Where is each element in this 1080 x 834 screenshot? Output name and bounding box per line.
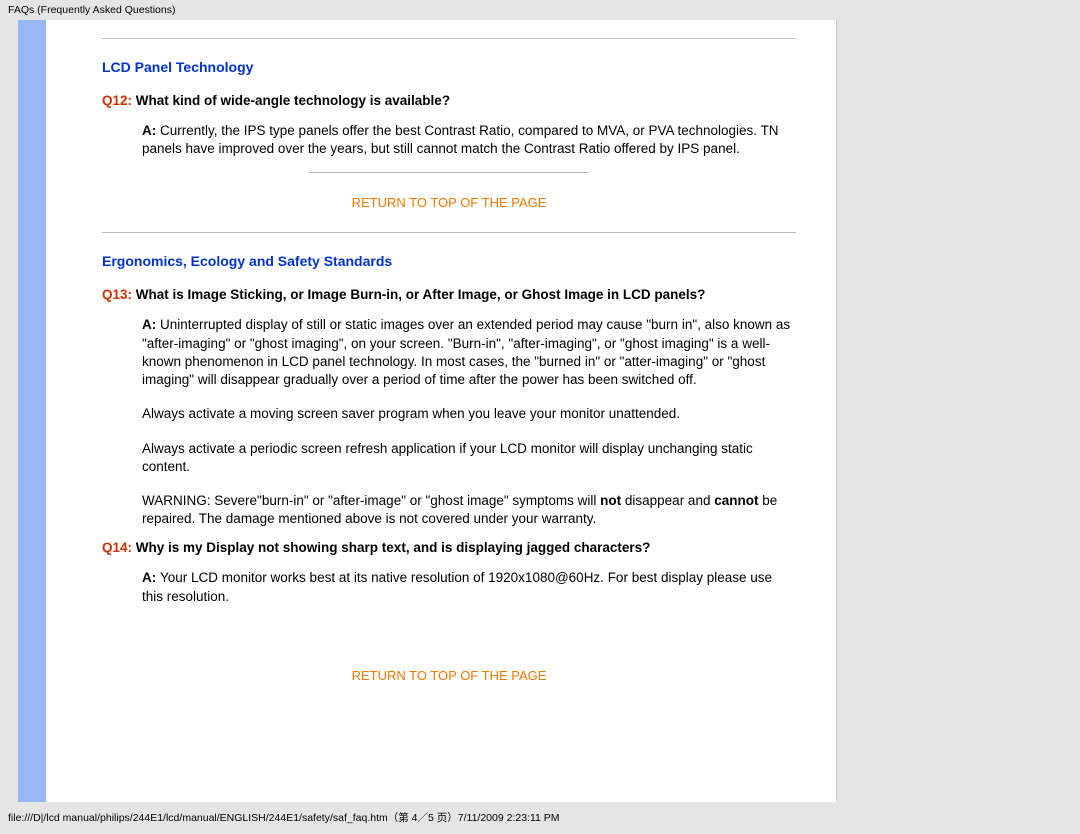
faq-q12: Q12: What kind of wide-angle technology … — [102, 93, 796, 108]
warn-b: disappear and — [621, 493, 714, 508]
faq-a12: A: Currently, the IPS type panels offer … — [142, 122, 796, 158]
divider-mid — [309, 172, 589, 173]
q13-label: Q13: — [102, 287, 132, 302]
spacer — [102, 618, 796, 646]
faq-q13: Q13: What is Image Sticking, or Image Bu… — [102, 287, 796, 302]
q12-text: What kind of wide-angle technology is av… — [132, 93, 450, 108]
a14-text: Your LCD monitor works best at its nativ… — [142, 570, 772, 603]
return-to-top-link[interactable]: RETURN TO TOP OF THE PAGE — [102, 668, 796, 683]
warn-cannot: cannot — [714, 493, 758, 508]
a12-text: Currently, the IPS type panels offer the… — [142, 123, 779, 156]
footer-text: file:///D|/lcd manual/philips/244E1/lcd/… — [8, 812, 560, 824]
doc-footer: file:///D|/lcd manual/philips/244E1/lcd/… — [0, 802, 1080, 825]
a13-warning: WARNING: Severe"burn-in" or "after-image… — [142, 492, 796, 528]
a14-label: A: — [142, 570, 160, 585]
a12-label: A: — [142, 123, 160, 138]
doc-header: FAQs (Frequently Asked Questions) — [0, 0, 1080, 20]
section-heading-lcd: LCD Panel Technology — [102, 59, 796, 75]
q14-label: Q14: — [102, 540, 132, 555]
page-frame: LCD Panel Technology Q12: What kind of w… — [18, 20, 836, 802]
q13-text: What is Image Sticking, or Image Burn-in… — [132, 287, 705, 302]
return-to-top-link[interactable]: RETURN TO TOP OF THE PAGE — [102, 195, 796, 210]
page-background: LCD Panel Technology Q12: What kind of w… — [0, 20, 1080, 802]
faq-a13: A: Uninterrupted display of still or sta… — [142, 316, 796, 528]
divider — [102, 38, 796, 39]
page-content: LCD Panel Technology Q12: What kind of w… — [46, 20, 836, 735]
a13-p2: Always activate a moving screen saver pr… — [142, 405, 796, 423]
a13-text: Uninterrupted display of still or static… — [142, 317, 790, 387]
q12-label: Q12: — [102, 93, 132, 108]
a13-p3: Always activate a periodic screen refres… — [142, 440, 796, 476]
faq-a14: A: Your LCD monitor works best at its na… — [142, 569, 796, 605]
warn-not: not — [600, 493, 621, 508]
section-heading-ergonomics: Ergonomics, Ecology and Safety Standards — [102, 253, 796, 269]
warn-a: WARNING: Severe"burn-in" or "after-image… — [142, 493, 600, 508]
q14-text: Why is my Display not showing sharp text… — [132, 540, 650, 555]
divider — [102, 232, 796, 233]
doc-header-title: FAQs (Frequently Asked Questions) — [8, 4, 176, 16]
faq-q14: Q14: Why is my Display not showing sharp… — [102, 540, 796, 555]
a13-label: A: — [142, 317, 160, 332]
